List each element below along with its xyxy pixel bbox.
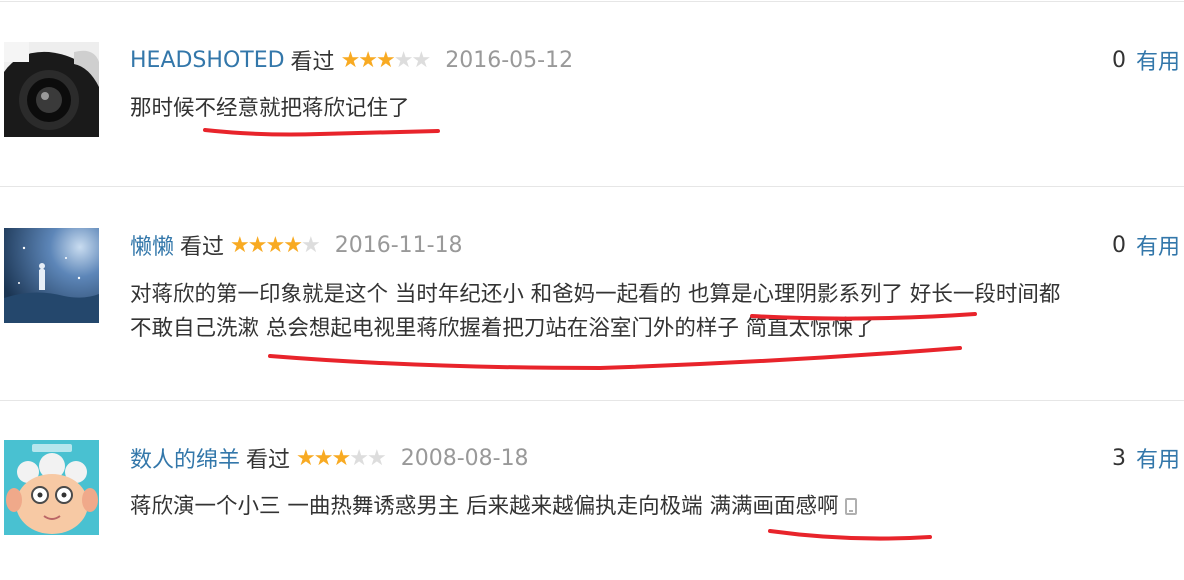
star-filled-icon: ★ <box>376 47 396 73</box>
useful-button[interactable]: 有用 <box>1136 44 1180 76</box>
star-filled-icon: ★ <box>283 232 303 258</box>
star-filled-icon: ★ <box>230 232 250 258</box>
star-filled-icon: ★ <box>247 232 268 258</box>
comment-text: 那时候不经意就把蒋欣记住了 <box>130 92 1178 126</box>
comment-meta: 数人的绵羊 看过 ★ ★ ★ ★ ★ 2008-08-18 <box>130 442 529 474</box>
useful-button[interactable]: 有用 <box>1136 229 1180 261</box>
comment-text-line: 那时候不经意就把蒋欣记住了 <box>130 96 410 121</box>
useful-button[interactable]: 有用 <box>1136 442 1180 474</box>
star-filled-icon: ★ <box>331 445 352 471</box>
watch-status: 看过 <box>290 50 335 75</box>
comment-text-span: 蒋欣演一个小三 一曲热舞诱惑男主 后来越来越偏执走向极端 满满画面感啊 <box>130 494 839 519</box>
star-filled-icon: ★ <box>296 445 316 471</box>
avatar[interactable] <box>4 42 99 137</box>
comment-text: 蒋欣演一个小三 一曲热舞诱惑男主 后来越来越偏执走向极端 满满画面感啊 <box>130 490 1178 524</box>
comment-text-line: 对蒋欣的第一印象就是这个 当时年纪还小 和爸妈一起看的 也算是心理阴影系列了 好… <box>130 282 1061 307</box>
rating-stars: ★ ★ ★ ★ ★ <box>230 232 321 258</box>
divider <box>0 400 1184 401</box>
comment-list: HEADSHOTED 看过 ★ ★ ★ ★ ★ 2016-05-12 0 有用 那时候不… <box>0 0 1184 580</box>
rating-stars: ★ ★ ★ ★ ★ <box>340 47 432 73</box>
vote-count: 0 <box>1111 47 1126 73</box>
vote-area: 0 有用 <box>1112 229 1180 261</box>
vote-count: 0 <box>1111 232 1126 258</box>
rating-stars: ★ ★ ★ ★ ★ <box>296 445 387 471</box>
comment-date: 2016-05-12 <box>445 47 574 73</box>
divider <box>0 1 1184 2</box>
comment-text-line: 不敢自己洗漱 总会想起电视里蒋欣握着把刀站在浴室门外的样子 简直太惊悚了 <box>130 316 875 341</box>
vote-count: 3 <box>1111 445 1126 471</box>
comment-meta: HEADSHOTED 看过 ★ ★ ★ ★ ★ 2016-05-12 <box>130 44 573 76</box>
avatar[interactable] <box>4 228 99 323</box>
avatar[interactable] <box>4 440 99 535</box>
comment-date: 2016-11-18 <box>334 232 463 258</box>
comment-text-line: 蒋欣演一个小三 一曲热舞诱惑男主 后来越来越偏执走向极端 满满画面感啊 <box>130 490 1178 524</box>
divider <box>0 186 1184 187</box>
star-filled-icon: ★ <box>358 47 378 73</box>
star-filled-icon: ★ <box>340 47 361 73</box>
vote-area: 0 有用 <box>1112 44 1180 76</box>
username-link[interactable]: HEADSHOTED <box>130 48 285 73</box>
username-link[interactable]: 数人的绵羊 <box>130 442 240 474</box>
watch-status: 看过 <box>246 448 291 473</box>
star-empty-icon: ★ <box>366 445 387 471</box>
vote-area: 3 有用 <box>1112 442 1180 474</box>
star-filled-icon: ★ <box>313 445 334 471</box>
star-empty-icon: ★ <box>300 232 321 258</box>
star-filled-icon: ★ <box>265 232 286 258</box>
comment-text: 对蒋欣的第一印象就是这个 当时年纪还小 和爸妈一起看的 也算是心理阴影系列了 好… <box>130 278 1178 346</box>
phone-icon <box>844 498 857 515</box>
star-empty-icon: ★ <box>393 47 414 73</box>
comment-date: 2008-08-18 <box>400 445 529 471</box>
red-underline-mark <box>203 128 440 137</box>
watch-status: 看过 <box>180 235 225 260</box>
star-empty-icon: ★ <box>349 445 369 471</box>
star-empty-icon: ★ <box>411 47 432 73</box>
comment-meta: 懒懒 看过 ★ ★ ★ ★ ★ 2016-11-18 <box>130 229 463 261</box>
username-link[interactable]: 懒懒 <box>130 229 174 261</box>
